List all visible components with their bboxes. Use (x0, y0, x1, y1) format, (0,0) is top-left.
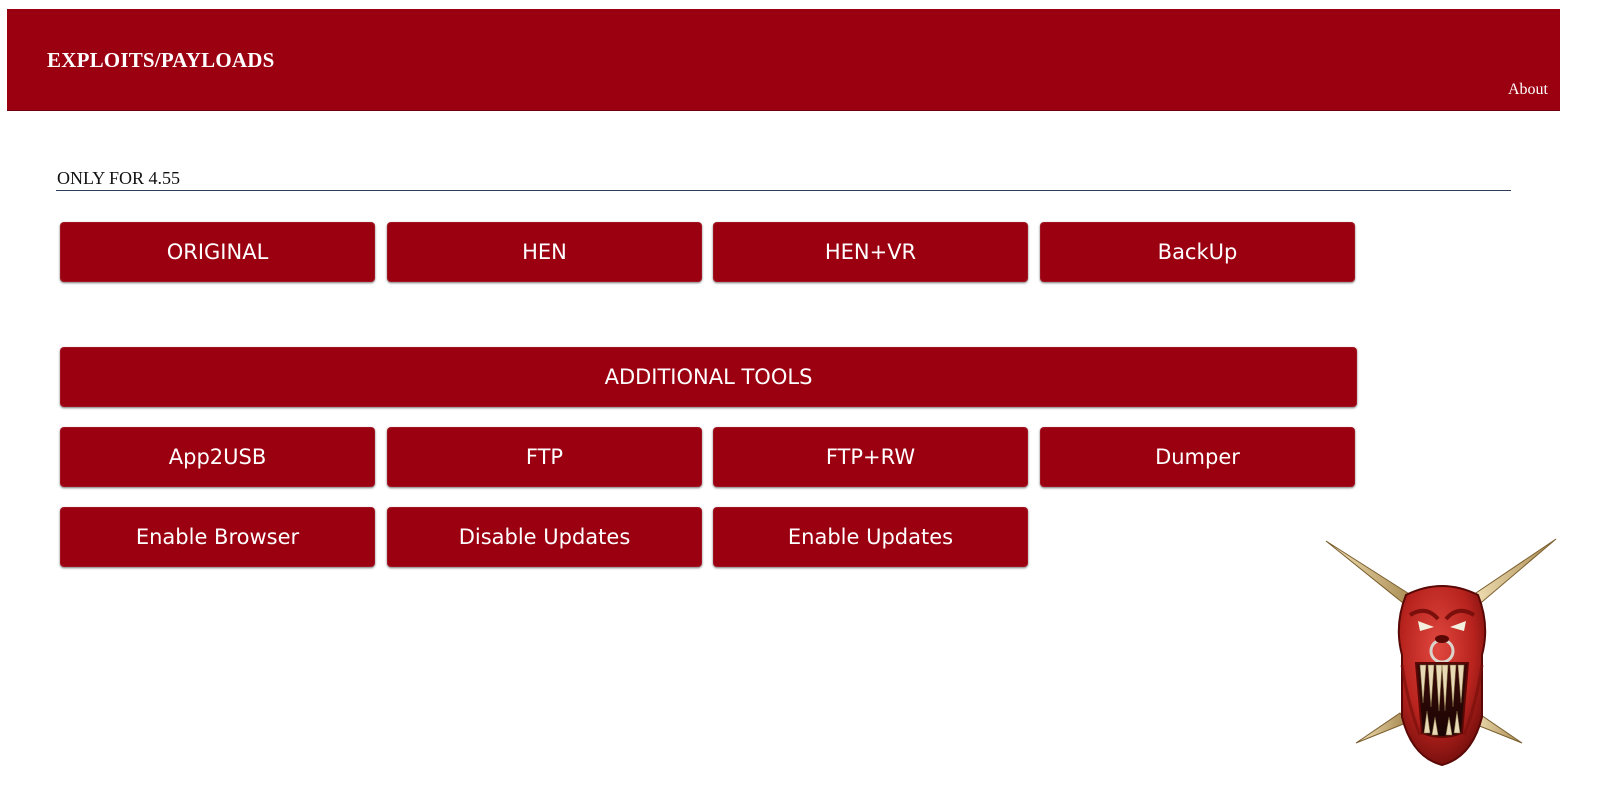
section-divider (56, 190, 1511, 191)
dumper-button[interactable]: Dumper (1040, 427, 1355, 487)
enable-browser-button[interactable]: Enable Browser (60, 507, 375, 567)
horned-demon-head-icon (1322, 535, 1562, 775)
hen-button[interactable]: HEN (387, 222, 702, 282)
backup-button[interactable]: BackUp (1040, 222, 1355, 282)
hen-vr-button[interactable]: HEN+VR (713, 222, 1028, 282)
original-button[interactable]: ORIGINAL (60, 222, 375, 282)
enable-updates-button[interactable]: Enable Updates (713, 507, 1028, 567)
about-link[interactable]: About (1508, 81, 1548, 99)
page-title: EXPLOITS/PAYLOADS (47, 48, 275, 72)
ftp-rw-button[interactable]: FTP+RW (713, 427, 1028, 487)
app2usb-button[interactable]: App2USB (60, 427, 375, 487)
top-header-bar: EXPLOITS/PAYLOADS About (7, 9, 1560, 111)
section-label: ONLY FOR 4.55 (57, 168, 181, 188)
disable-updates-button[interactable]: Disable Updates (387, 507, 702, 567)
additional-tools-button[interactable]: ADDITIONAL TOOLS (60, 347, 1357, 407)
ftp-button[interactable]: FTP (387, 427, 702, 487)
